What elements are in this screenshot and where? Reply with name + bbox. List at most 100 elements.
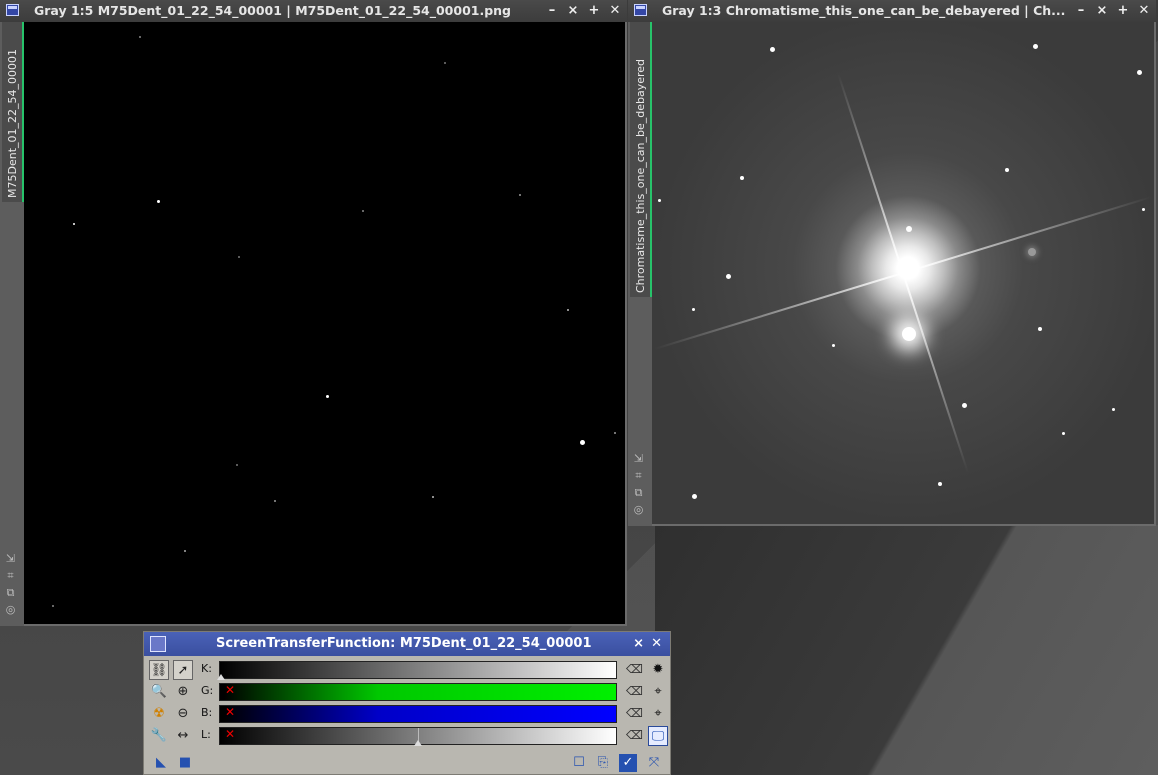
view-tab[interactable]: M75Dent_01_22_54_00001 [2, 22, 24, 202]
channel-label: G: [201, 684, 214, 697]
minimize-button[interactable]: – [1075, 0, 1087, 22]
star [274, 500, 276, 502]
channel-label: B: [201, 706, 213, 719]
fit-view-icon[interactable]: ⇲ [632, 452, 645, 465]
star [692, 494, 697, 499]
shade-button[interactable]: ⨯ [567, 0, 579, 22]
crosshair-icon[interactable]: ⌖ [648, 682, 668, 702]
star [770, 47, 775, 52]
reset-icon[interactable]: ⌫ [626, 662, 643, 676]
apply-icon[interactable]: ✓ [619, 754, 637, 772]
star [519, 194, 521, 196]
star [238, 256, 240, 258]
horizontal-arrows-icon[interactable]: ↔ [173, 726, 193, 746]
star [73, 223, 75, 225]
new-instance-icon[interactable]: ◣ [152, 754, 170, 772]
channel-row-k: ⛓ ➚ K: ⌫ ✹ [144, 659, 670, 681]
channel-slider-b[interactable]: ✕ [219, 705, 617, 723]
zoom-fit-icon[interactable]: ⌗ [4, 569, 17, 582]
star [236, 464, 238, 466]
window-title-bar[interactable]: Gray 1:3 Chromatisme_this_one_can_be_deb… [628, 0, 1156, 22]
star [580, 440, 585, 445]
wrench-icon[interactable]: 🔧 [149, 726, 169, 746]
star [444, 62, 446, 64]
image-viewport-right[interactable] [652, 22, 1154, 524]
bright-star [902, 327, 916, 341]
star [658, 199, 661, 202]
star [1038, 327, 1042, 331]
channel-label: L: [201, 728, 211, 741]
window-title: Gray 1:5 M75Dent_01_22_54_00001 | M75Den… [34, 3, 512, 18]
window-title-bar[interactable]: Gray 1:5 M75Dent_01_22_54_00001 | M75Den… [0, 0, 627, 22]
shade-button[interactable]: ⨯ [1096, 0, 1108, 22]
star [1062, 432, 1065, 435]
pointer-icon[interactable]: ➚ [173, 660, 193, 680]
star [52, 605, 54, 607]
crosshair-icon[interactable]: ⌖ [648, 704, 668, 724]
panel-title-bar[interactable]: ScreenTransferFunction: M75Dent_01_22_54… [144, 632, 670, 656]
auto-stretch-icon[interactable]: ☢ [149, 704, 169, 724]
channel-slider-l[interactable]: ✕ [219, 727, 617, 746]
star [432, 496, 434, 498]
close-button[interactable]: ✕ [1138, 0, 1150, 22]
star [184, 550, 186, 552]
window-icon [634, 4, 647, 16]
star [962, 403, 967, 408]
process-icon [150, 636, 166, 652]
panel-title: ScreenTransferFunction: M75Dent_01_22_54… [216, 636, 592, 651]
shade-button[interactable]: ⨯ [633, 632, 644, 656]
minimize-button[interactable]: – [546, 0, 558, 22]
fit-view-icon[interactable]: ⇲ [4, 552, 17, 565]
maximize-button[interactable]: + [1117, 0, 1129, 22]
monitor-icon[interactable]: 🖵 [648, 726, 668, 746]
star [157, 200, 160, 203]
zoom-icon[interactable]: 🔍 [149, 682, 169, 702]
channel-row-g: 🔍 ⊕ G: ✕ ⌫ ⌖ [144, 681, 670, 703]
channel-slider-g[interactable]: ✕ [219, 683, 617, 701]
shadows-handle[interactable] [217, 674, 225, 680]
screen-transfer-function-panel[interactable]: ScreenTransferFunction: M75Dent_01_22_54… [143, 631, 671, 775]
star [1137, 70, 1142, 75]
apply-global-icon[interactable]: ■ [176, 754, 194, 772]
star [726, 274, 731, 279]
clone-icon[interactable]: ⧉ [4, 586, 17, 599]
browse-documentation-icon[interactable]: ☐ [570, 754, 588, 772]
image-viewport-left[interactable] [24, 22, 625, 624]
star [567, 309, 569, 311]
image-window-right[interactable]: Gray 1:3 Chromatisme_this_one_can_be_deb… [628, 0, 1156, 526]
star [614, 432, 616, 434]
reset-icon[interactable]: ⌫ [626, 706, 643, 720]
star [740, 176, 744, 180]
target-icon[interactable]: ◎ [632, 503, 645, 516]
reset-icon[interactable]: ⌫ [626, 684, 643, 698]
image-window-left[interactable]: Gray 1:5 M75Dent_01_22_54_00001 | M75Den… [0, 0, 627, 626]
channel-row-b: ☢ ⊖ B: ✕ ⌫ ⌖ [144, 703, 670, 725]
galaxy [1028, 248, 1036, 256]
disabled-channel-icon: ✕ [225, 727, 236, 741]
star [1142, 208, 1145, 211]
star [362, 210, 364, 212]
star [938, 482, 942, 486]
preferences-icon[interactable]: ⎘ [594, 754, 612, 772]
panel-footer: ◣ ■ ☐ ⎘ ✓ ⤧ [144, 752, 670, 774]
window-title: Gray 1:3 Chromatisme_this_one_can_be_deb… [662, 3, 1066, 18]
zoom-fit-icon[interactable]: ⌗ [632, 469, 645, 482]
reset-panel-icon[interactable]: ⤧ [645, 754, 663, 772]
reset-icon[interactable]: ⌫ [626, 728, 643, 742]
target-icon[interactable]: ◎ [4, 603, 17, 616]
midtones-handle[interactable] [414, 740, 422, 746]
zoom-in-icon[interactable]: ⊕ [173, 682, 193, 702]
channel-slider-k[interactable] [217, 661, 617, 680]
star [692, 308, 695, 311]
link-icon[interactable]: ⛓ [149, 660, 169, 680]
view-tab-label: M75Dent_01_22_54_00001 [6, 49, 19, 198]
maximize-button[interactable]: + [588, 0, 600, 22]
clone-icon[interactable]: ⧉ [632, 486, 645, 499]
close-button[interactable]: ✕ [609, 0, 621, 22]
star [326, 395, 329, 398]
zoom-out-icon[interactable]: ⊖ [173, 704, 193, 724]
track-view-icon[interactable]: ✹ [648, 660, 668, 680]
diffraction-spike [837, 72, 969, 474]
close-button[interactable]: ✕ [651, 632, 662, 656]
view-tab[interactable]: Chromatisme_this_one_can_be_debayered [630, 22, 652, 297]
